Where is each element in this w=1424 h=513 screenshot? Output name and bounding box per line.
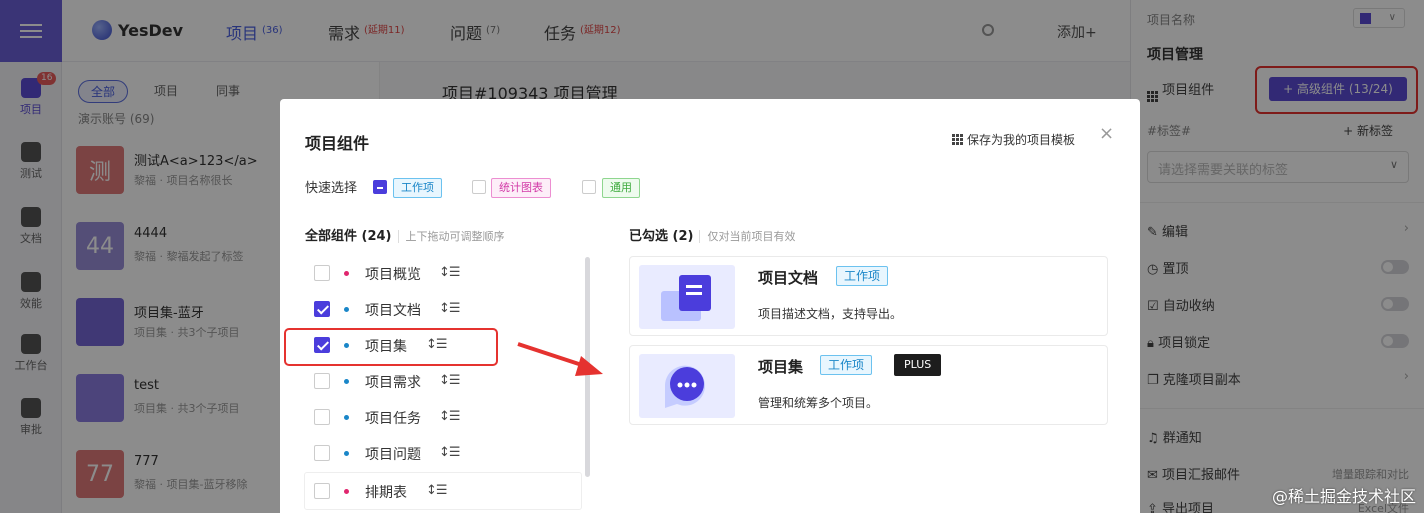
dialog-title: 项目组件 <box>305 134 370 153</box>
category-dot <box>344 379 349 384</box>
component-checkbox[interactable] <box>314 265 330 281</box>
component-name: 项目概览 <box>365 267 421 283</box>
highlight-box <box>284 328 498 366</box>
selected-card-project-set: 项目集 工作项 PLUS 管理和统筹多个项目。 <box>629 345 1108 425</box>
selected-hint: 仅对当前项目有效 <box>699 230 796 243</box>
component-name: 项目任务 <box>365 411 421 427</box>
card-tag: 工作项 <box>836 266 889 286</box>
component-name: 项目问题 <box>365 447 421 463</box>
card-desc: 项目描述文档，支持导出。 <box>758 307 903 321</box>
component-row[interactable]: 项目文档 ↕☰ <box>314 297 564 321</box>
tag-stats: 统计图表 <box>491 178 551 198</box>
chat-bubble-icon <box>639 354 735 418</box>
components-dialog: 项目组件 保存为我的项目模板 × 快速选择 工作项 统计图表 通用 全部组件 (… <box>280 99 1140 513</box>
drag-handle-icon[interactable]: ↕☰ <box>439 445 461 460</box>
quick-select-label: 快速选择 <box>305 181 358 196</box>
drag-handle-icon[interactable]: ↕☰ <box>439 265 461 280</box>
all-components-hint: 上下拖动可调整顺序 <box>397 230 505 243</box>
component-row[interactable]: 项目问题 ↕☰ <box>314 441 564 465</box>
selected-title: 已勾选 (2) <box>629 229 694 244</box>
component-checkbox[interactable] <box>314 409 330 425</box>
tag-workitem: 工作项 <box>393 178 442 198</box>
component-checkbox[interactable] <box>314 373 330 389</box>
component-name: 项目需求 <box>365 375 421 391</box>
card-desc: 管理和统筹多个项目。 <box>758 396 879 410</box>
card-title: 项目集 <box>758 358 804 376</box>
component-checkbox[interactable] <box>314 445 330 461</box>
drag-handle-icon[interactable]: ↕☰ <box>426 483 448 498</box>
document-icon <box>639 265 735 329</box>
grid-icon <box>952 134 963 145</box>
drag-handle-icon[interactable]: ↕☰ <box>439 409 461 424</box>
quick-checkbox-general[interactable] <box>582 180 596 194</box>
category-dot <box>344 489 349 494</box>
component-row[interactable]: 排期表 ↕☰ <box>314 479 564 503</box>
card-title: 项目文档 <box>758 269 819 287</box>
drag-handle-icon[interactable]: ↕☰ <box>439 301 461 316</box>
component-checkbox[interactable] <box>314 483 330 499</box>
selected-header: 已勾选 (2) 仅对当前项目有效 <box>629 225 796 244</box>
component-name: 项目文档 <box>365 303 421 319</box>
save-template-label: 保存为我的项目模板 <box>967 133 1076 147</box>
watermark: @稀土掘金技术社区 <box>1271 487 1416 506</box>
category-dot <box>344 451 349 456</box>
selected-card-docs: 项目文档 工作项 项目描述文档，支持导出。 <box>629 256 1108 336</box>
plus-badge: PLUS <box>894 354 942 376</box>
category-dot <box>344 271 349 276</box>
component-name: 排期表 <box>365 485 407 501</box>
category-dot <box>344 415 349 420</box>
card-tag: 工作项 <box>820 355 873 375</box>
drag-handle-icon[interactable]: ↕☰ <box>439 373 461 388</box>
all-components-header: 全部组件 (24) 上下拖动可调整顺序 <box>305 225 505 244</box>
arrow-icon <box>517 342 603 376</box>
all-components-title: 全部组件 (24) <box>305 229 392 244</box>
tag-general: 通用 <box>602 178 640 198</box>
quick-checkbox-workitem[interactable] <box>373 180 387 194</box>
component-row[interactable]: 项目任务 ↕☰ <box>314 405 564 429</box>
close-icon[interactable]: × <box>1099 123 1114 144</box>
component-checkbox[interactable] <box>314 301 330 317</box>
quick-checkbox-stats[interactable] <box>472 180 486 194</box>
component-row[interactable]: 项目概览 ↕☰ <box>314 261 564 285</box>
category-dot <box>344 307 349 312</box>
save-template-button[interactable]: 保存为我的项目模板 <box>952 131 1075 148</box>
